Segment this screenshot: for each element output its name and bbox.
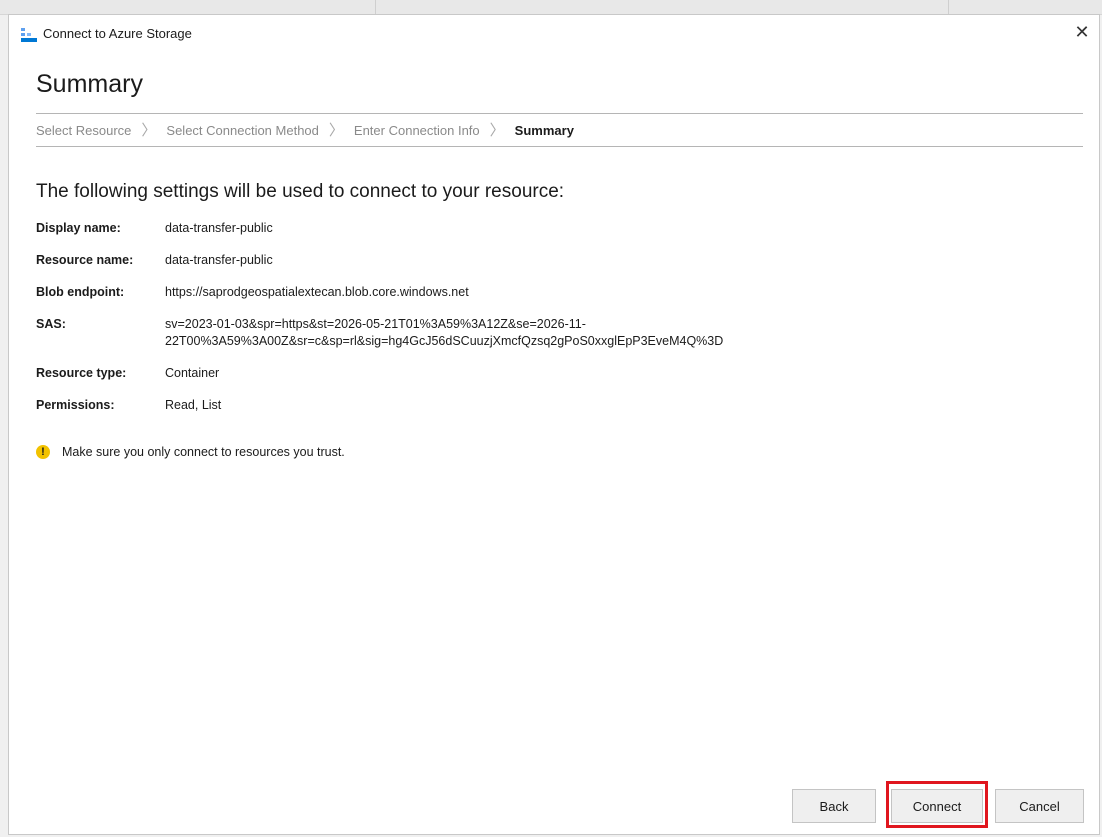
background-window-strip (0, 0, 1102, 15)
close-button[interactable]: ✕ (1071, 21, 1093, 43)
breadcrumb-item-select-resource: Select Resource (36, 122, 132, 138)
background-divider (948, 0, 949, 14)
settings-list: Display name: data-transfer-public Resou… (36, 220, 1076, 429)
setting-row-blob-endpoint: Blob endpoint: https://saprodgeospatiale… (36, 284, 1076, 301)
background-divider (375, 0, 376, 14)
warning-icon: ! (36, 445, 50, 459)
setting-row-resource-type: Resource type: Container (36, 365, 1076, 382)
setting-value: Read, List (165, 398, 222, 412)
setting-label: Resource name: (36, 253, 134, 267)
page-title: Summary (36, 70, 143, 98)
azure-storage-icon (21, 28, 37, 42)
title-bar: Connect to Azure Storage ✕ (9, 15, 1099, 53)
setting-value: https://saprodgeospatialextecan.blob.cor… (165, 285, 469, 299)
breadcrumb: Select Resource 〉 Select Connection Meth… (36, 113, 1083, 147)
warning-text: Make sure you only connect to resources … (62, 445, 345, 459)
setting-label: Display name: (36, 221, 121, 235)
setting-value: Container (165, 366, 220, 380)
setting-label: SAS: (36, 317, 66, 331)
breadcrumb-item-enter-connection-info: Enter Connection Info (353, 122, 480, 138)
chevron-right-icon: 〉 (141, 121, 157, 139)
connect-dialog: Connect to Azure Storage ✕ Summary Selec… (8, 14, 1100, 835)
setting-value: sv=2023-01-03&spr=https&st=2026-05-21T01… (165, 317, 724, 348)
close-icon[interactable]: ✕ (1074, 22, 1089, 42)
window-title: Connect to Azure Storage (43, 26, 192, 41)
breadcrumb-item-summary: Summary (514, 122, 574, 138)
setting-row-display-name: Display name: data-transfer-public (36, 220, 1076, 237)
setting-row-resource-name: Resource name: data-transfer-public (36, 252, 1076, 269)
cancel-button[interactable]: Cancel (995, 789, 1084, 823)
setting-label: Permissions: (36, 398, 115, 412)
setting-label: Resource type: (36, 366, 127, 380)
setting-value: data-transfer-public (165, 253, 273, 267)
intro-text: The following settings will be used to c… (36, 181, 565, 202)
back-button[interactable]: Back (792, 789, 876, 823)
chevron-right-icon: 〉 (489, 121, 505, 139)
setting-row-sas: SAS: sv=2023-01-03&spr=https&st=2026-05-… (36, 316, 1076, 350)
breadcrumb-item-select-connection-method: Select Connection Method (166, 122, 319, 138)
setting-label: Blob endpoint: (36, 285, 125, 299)
chevron-right-icon: 〉 (328, 121, 344, 139)
setting-row-permissions: Permissions: Read, List (36, 397, 1076, 414)
setting-value: data-transfer-public (165, 221, 273, 235)
connect-button[interactable]: Connect (891, 789, 983, 823)
trust-warning: ! Make sure you only connect to resource… (36, 445, 345, 459)
